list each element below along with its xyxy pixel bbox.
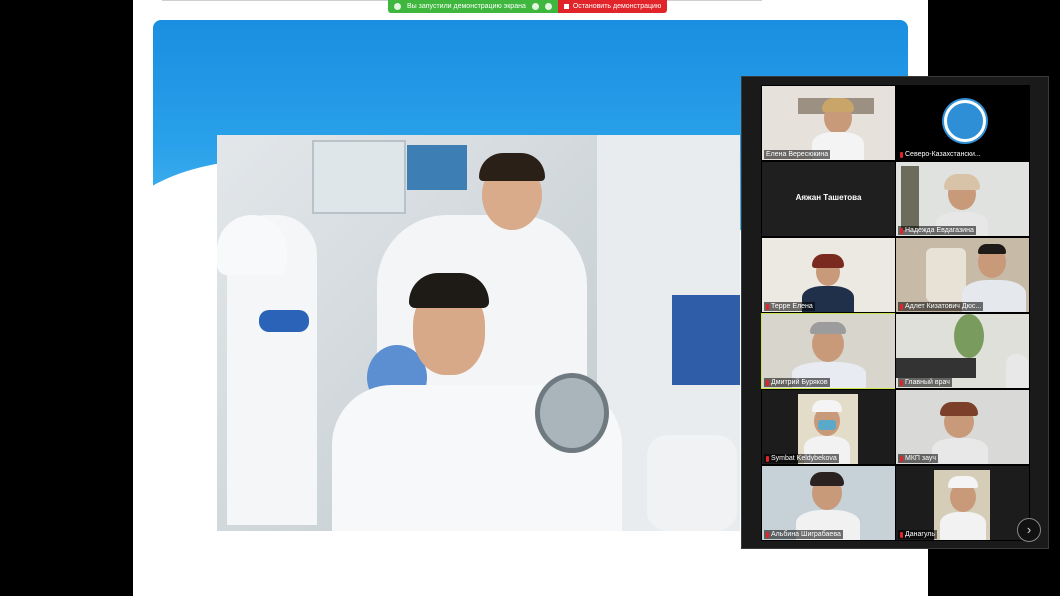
participant-tile[interactable]: Альбина Шиграбаева bbox=[761, 465, 896, 541]
stop-icon bbox=[563, 4, 569, 9]
stop-share-button[interactable]: Остановить демонстрацию bbox=[557, 0, 668, 13]
next-page-button[interactable]: › bbox=[1017, 518, 1041, 542]
mic-muted-icon bbox=[900, 227, 903, 234]
screen-share-toolbar: Вы запустили демонстрацию экрана Останов… bbox=[388, 0, 668, 13]
participant-tile[interactable]: Аяжан Ташетова bbox=[761, 161, 896, 237]
mic-muted-icon bbox=[766, 379, 769, 386]
participant-tile[interactable]: Главный врач bbox=[895, 313, 1030, 389]
participant-tile[interactable]: Надежда Евдагазина bbox=[895, 161, 1030, 237]
slide-photo bbox=[217, 135, 740, 531]
participant-name: Данагуль bbox=[905, 531, 936, 538]
participant-tile[interactable]: МКП зауч bbox=[895, 389, 1030, 465]
participant-name: Елена Вересюкина bbox=[766, 151, 829, 158]
share-status: Вы запустили демонстрацию экрана bbox=[388, 0, 558, 13]
participant-name: Главный врач bbox=[905, 379, 950, 386]
mic-muted-icon bbox=[900, 379, 903, 386]
participant-name: Дмитрий Буряков bbox=[771, 379, 828, 386]
participant-tile[interactable]: Елена Вересюкина bbox=[761, 85, 896, 161]
participant-tile[interactable]: Северо-Казахстански... bbox=[895, 85, 1030, 161]
mic-muted-icon bbox=[900, 531, 903, 538]
mic-muted-icon bbox=[900, 455, 903, 462]
annotate-icon[interactable] bbox=[544, 3, 552, 10]
participant-tile-active-speaker[interactable]: Дмитрий Буряков bbox=[761, 313, 896, 389]
participant-name-placeholder: Аяжан Ташетова bbox=[795, 193, 862, 202]
mic-muted-icon bbox=[900, 151, 903, 158]
participant-tile[interactable]: Адлет Кизатович Дюс... bbox=[895, 237, 1030, 313]
pause-icon[interactable] bbox=[531, 3, 539, 10]
chevron-right-icon: › bbox=[1026, 522, 1032, 537]
participant-name: МКП зауч bbox=[905, 455, 937, 462]
share-status-text: Вы запустили демонстрацию экрана bbox=[407, 3, 526, 10]
participant-name: Symbat Keldybekova bbox=[771, 455, 837, 462]
share-status-icon bbox=[394, 3, 401, 10]
participants-gallery: Елена Вересюкина Северо-Казахстански... … bbox=[741, 76, 1049, 549]
participant-name: Северо-Казахстански... bbox=[905, 151, 981, 158]
participant-tile[interactable]: Данагуль bbox=[895, 465, 1030, 541]
participant-tile[interactable]: Терре Елена bbox=[761, 237, 896, 313]
left-letterbox bbox=[0, 0, 133, 596]
mic-muted-icon bbox=[766, 455, 769, 462]
participant-tile[interactable]: Symbat Keldybekova bbox=[761, 389, 896, 465]
mic-muted-icon bbox=[766, 531, 769, 538]
participant-name: Адлет Кизатович Дюс... bbox=[905, 303, 982, 310]
participant-name: Надежда Евдагазина bbox=[905, 227, 974, 234]
stop-share-label: Остановить демонстрацию bbox=[572, 3, 662, 10]
mic-muted-icon bbox=[900, 303, 903, 310]
participant-name: Альбина Шиграбаева bbox=[771, 531, 841, 538]
mic-muted-icon bbox=[766, 303, 769, 310]
participant-name: Терре Елена bbox=[771, 303, 813, 310]
organization-logo bbox=[944, 100, 986, 142]
